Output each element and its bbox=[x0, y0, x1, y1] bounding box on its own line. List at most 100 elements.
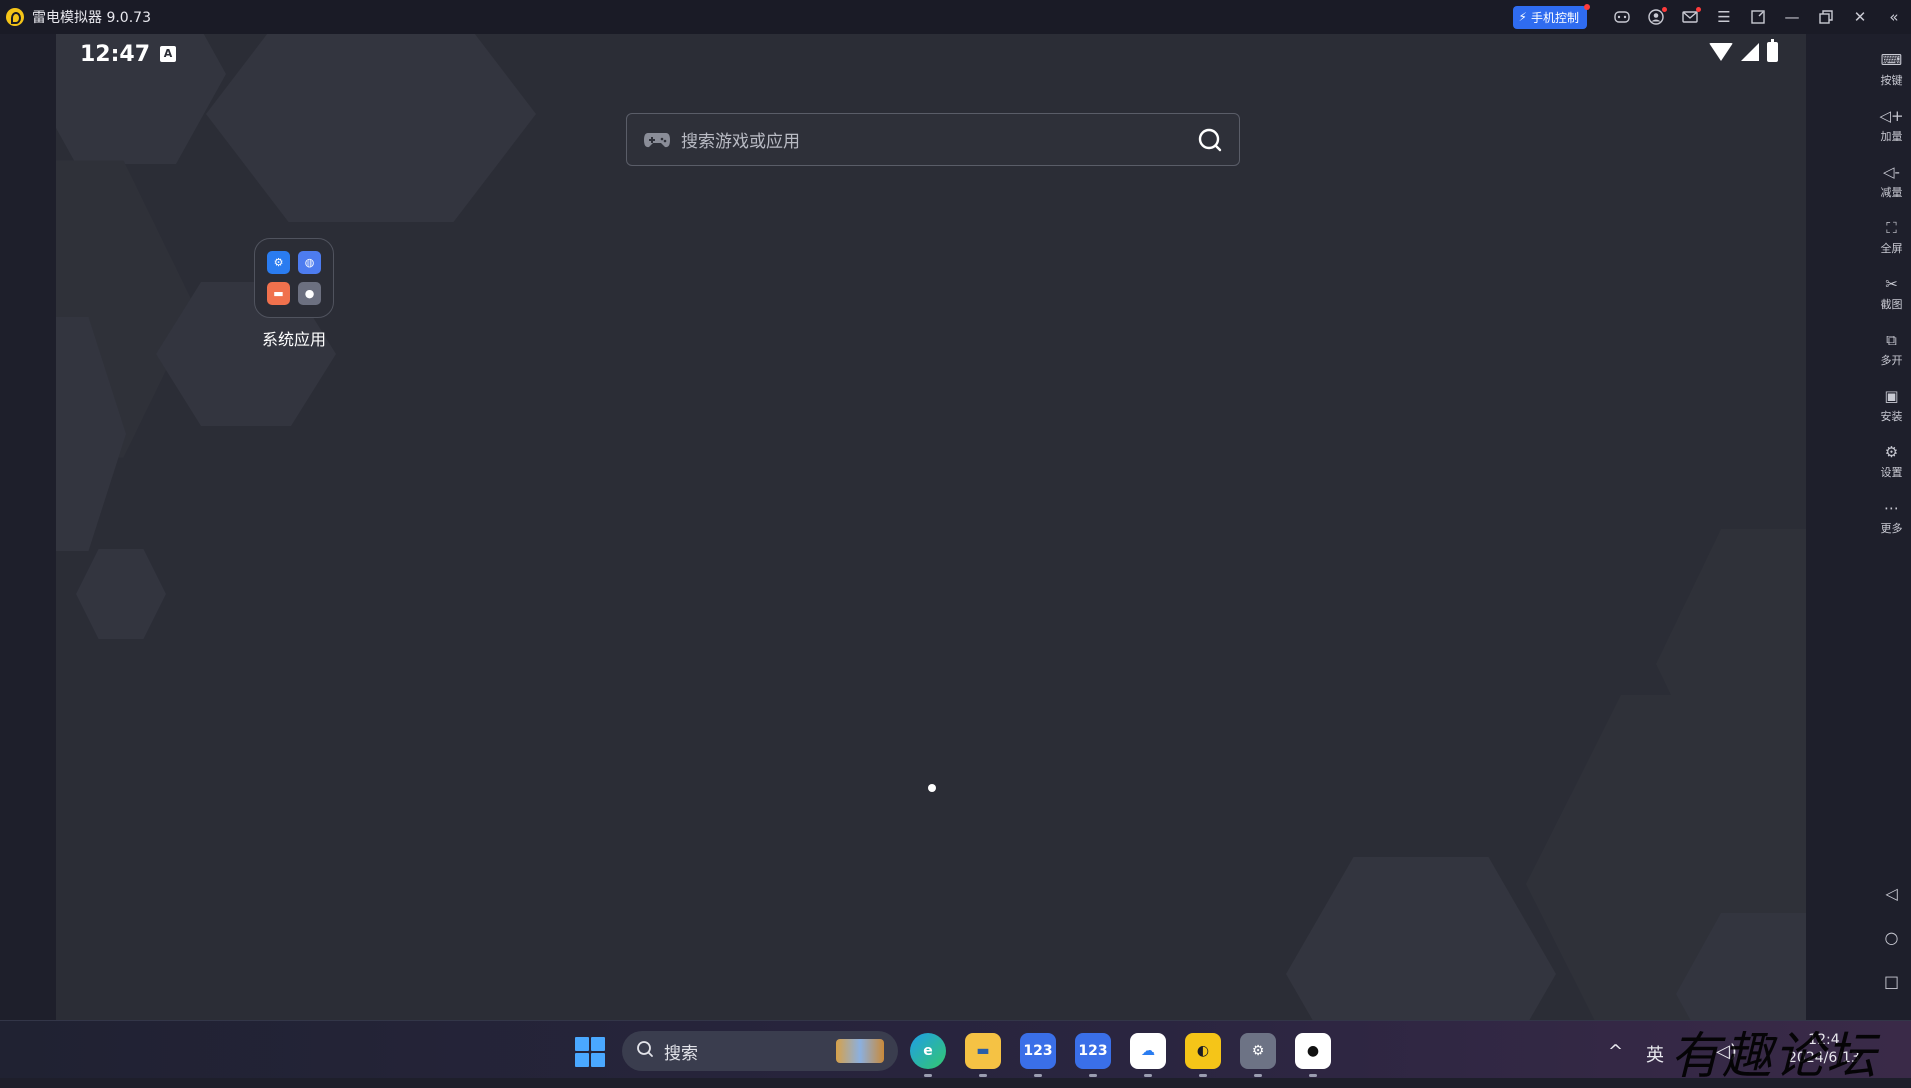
taskbar-app-ldplayer[interactable]: ◐ bbox=[1185, 1033, 1221, 1077]
edge-icon: e bbox=[923, 1043, 933, 1059]
notification-a-icon: A bbox=[160, 46, 176, 62]
fullscreen-icon: ⛶ bbox=[1886, 219, 1897, 237]
more-icon: ⋯ bbox=[1884, 499, 1899, 517]
recents-icon[interactable]: □ bbox=[1872, 972, 1911, 991]
running-indicator bbox=[1144, 1074, 1152, 1077]
sidebar-item-label: 多开 bbox=[1880, 354, 1903, 367]
running-indicator bbox=[1034, 1074, 1042, 1077]
status-time: 12:47 bbox=[80, 42, 151, 67]
battery-icon bbox=[1767, 39, 1778, 62]
search-icon[interactable] bbox=[1197, 127, 1223, 157]
taskbar-search[interactable]: 搜索 bbox=[622, 1031, 898, 1071]
title-bar-controls: ⚡ 手机控制 ☰ — ✕ « bbox=[1512, 0, 1911, 34]
sidebar-item-label: 截图 bbox=[1880, 298, 1903, 311]
close-icon[interactable]: ✕ bbox=[1843, 0, 1877, 34]
contacts-app-icon: ● bbox=[298, 282, 321, 305]
volume-down-icon: ◁- bbox=[1883, 163, 1900, 181]
taskbar-app-123pan-1[interactable]: 123 bbox=[1020, 1033, 1056, 1077]
keyboard-icon: ⌨ bbox=[1880, 51, 1903, 69]
watermark: 有趣论坛 bbox=[1670, 1027, 1878, 1085]
running-indicator bbox=[1309, 1074, 1317, 1077]
sidebar-item-label: 安装 bbox=[1880, 410, 1903, 423]
running-indicator bbox=[1089, 1074, 1097, 1077]
sidebar-item-label: 全屏 bbox=[1880, 242, 1903, 255]
windows-taskbar: 搜索 e ▬ 123 123 ☁ ◐ ⚙ ● ^ 英 ◁) 12:4 2024/… bbox=[0, 1020, 1911, 1078]
taskbar-search-placeholder: 搜索 bbox=[664, 1043, 698, 1064]
sidebar-item-install[interactable]: ▣ 安装 bbox=[1872, 386, 1911, 424]
page-indicator bbox=[928, 784, 936, 792]
resize-icon[interactable] bbox=[1741, 0, 1775, 34]
phone-control-label: 手机控制 bbox=[1530, 10, 1579, 25]
tray-chevron-up-icon[interactable]: ^ bbox=[1608, 1041, 1623, 1062]
system-apps-folder[interactable]: ⚙ ◍ ▬ ● bbox=[254, 238, 334, 318]
sidebar-item-label: 减量 bbox=[1880, 186, 1903, 199]
lightning-icon: ⚡ bbox=[1518, 10, 1527, 24]
notification-dot bbox=[1584, 3, 1590, 10]
taskbar-app-settings[interactable]: ⚙ bbox=[1240, 1033, 1276, 1077]
window-title: 雷电模拟器 9.0.73 bbox=[32, 10, 151, 26]
gear-icon: ⚙ bbox=[1884, 443, 1899, 461]
gamepad-icon[interactable] bbox=[1605, 0, 1639, 34]
sidebar-item-volume-up[interactable]: ◁+ 加量 bbox=[1872, 106, 1911, 144]
app-search-bar[interactable]: 搜索游戏或应用 bbox=[626, 113, 1240, 166]
home-icon[interactable]: ○ bbox=[1872, 928, 1911, 947]
sidebar-item-more[interactable]: ⋯ 更多 bbox=[1872, 498, 1911, 536]
volume-up-icon: ◁+ bbox=[1879, 107, 1904, 125]
cloud-icon: ☁ bbox=[1141, 1043, 1155, 1059]
running-indicator bbox=[924, 1074, 932, 1077]
scissors-icon: ✂ bbox=[1885, 275, 1898, 293]
123-icon: 123 bbox=[1023, 1043, 1053, 1059]
settings-app-icon: ⚙ bbox=[267, 251, 290, 274]
sidebar-item-settings[interactable]: ⚙ 设置 bbox=[1872, 442, 1911, 480]
minimize-icon[interactable]: — bbox=[1775, 0, 1809, 34]
123-icon: 123 bbox=[1078, 1043, 1108, 1059]
ime-indicator[interactable]: 英 bbox=[1646, 1041, 1664, 1067]
emulator-screen[interactable]: 12:47 A 搜索游戏或应用 ⚙ ◍ ▬ ● 系统应用 bbox=[56, 34, 1806, 1020]
restore-icon[interactable] bbox=[1809, 0, 1843, 34]
start-tile bbox=[575, 1053, 589, 1067]
menu-icon[interactable]: ☰ bbox=[1707, 0, 1741, 34]
collapse-sidebar-icon[interactable]: « bbox=[1877, 0, 1911, 34]
title-bar: 雷电模拟器 9.0.73 ⚡ 手机控制 ☰ — ✕ « bbox=[0, 0, 1911, 34]
taskbar-app-cloud[interactable]: ☁ bbox=[1130, 1033, 1166, 1077]
sidebar-item-label: 按键 bbox=[1880, 74, 1903, 87]
ldplayer-logo-icon bbox=[6, 8, 24, 26]
back-icon[interactable]: ◁ bbox=[1872, 884, 1911, 903]
windows-start-icon[interactable] bbox=[575, 1037, 605, 1067]
folder-icon: ▬ bbox=[976, 1043, 990, 1059]
sidebar-item-label: 加量 bbox=[1880, 130, 1903, 143]
multi-window-icon: ⧉ bbox=[1886, 331, 1897, 349]
taskbar-app-qq[interactable]: ● bbox=[1295, 1033, 1331, 1077]
sidebar-item-volume-down[interactable]: ◁- 减量 bbox=[1872, 162, 1911, 200]
background-hexagon bbox=[206, 34, 536, 222]
notification-dot bbox=[1662, 7, 1667, 12]
user-icon[interactable] bbox=[1639, 0, 1673, 34]
start-tile bbox=[575, 1037, 589, 1051]
background-hexagon bbox=[76, 549, 166, 639]
folder-label: 系统应用 bbox=[261, 330, 326, 349]
taskbar-app-edge[interactable]: e bbox=[910, 1033, 946, 1077]
sidebar-item-keys[interactable]: ⌨ 按键 bbox=[1872, 50, 1911, 88]
running-indicator bbox=[1199, 1074, 1207, 1077]
taskbar-app-file-explorer[interactable]: ▬ bbox=[965, 1033, 1001, 1077]
mail-icon[interactable] bbox=[1673, 0, 1707, 34]
sidebar-item-label: 设置 bbox=[1880, 466, 1903, 479]
browser-app-icon: ◍ bbox=[298, 251, 321, 274]
search-placeholder: 搜索游戏或应用 bbox=[681, 132, 800, 152]
status-icons bbox=[1709, 39, 1778, 62]
sidebar-item-screenshot[interactable]: ✂ 截图 bbox=[1872, 274, 1911, 312]
running-indicator bbox=[1254, 1074, 1262, 1077]
wifi-icon bbox=[1709, 43, 1733, 61]
apk-icon: ▣ bbox=[1884, 387, 1899, 405]
start-tile bbox=[591, 1053, 605, 1067]
ldplayer-icon: ◐ bbox=[1196, 1043, 1210, 1059]
sidebar-item-multi-instance[interactable]: ⧉ 多开 bbox=[1872, 330, 1911, 368]
gear-icon: ⚙ bbox=[1251, 1043, 1265, 1059]
taskbar-app-123pan-2[interactable]: 123 bbox=[1075, 1033, 1111, 1077]
search-highlight-image bbox=[836, 1039, 884, 1063]
sidebar-item-fullscreen[interactable]: ⛶ 全屏 bbox=[1872, 218, 1911, 256]
signal-icon bbox=[1741, 43, 1759, 61]
gamepad-icon bbox=[643, 131, 671, 149]
phone-control-button[interactable]: ⚡ 手机控制 bbox=[1512, 3, 1590, 29]
search-icon bbox=[636, 1040, 654, 1062]
